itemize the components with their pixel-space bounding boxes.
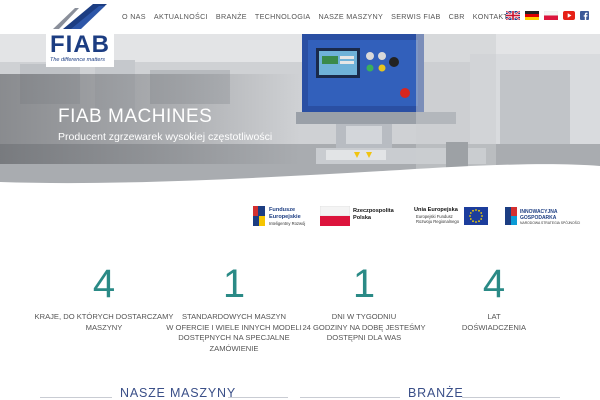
ig-line3: NARODOWA STRATEGIA SPÓJNOŚCI xyxy=(520,221,581,225)
nav-item-kontakt[interactable]: KONTAKT xyxy=(473,12,509,21)
stat-label: LAT DOŚWIADCZENIA xyxy=(461,312,527,332)
fiab-logo[interactable]: FIAB The difference matters xyxy=(46,2,114,67)
logo-innowacyjna-gospodarka: INNOWACYJNA GOSPODARKA NARODOWA STRATEGI… xyxy=(505,205,595,227)
logo-unia-europejska: Unia Europejska Europejski Fundusz Rozwo… xyxy=(414,205,490,227)
poland-flag-icon[interactable] xyxy=(544,11,558,20)
hero-title: FIAB MACHINES xyxy=(58,106,213,127)
stat-number: 1 xyxy=(222,262,246,306)
hero-subtitle: Producent zgrzewarek wysokiej częstotliw… xyxy=(58,131,273,143)
nav-item-aktualnosci[interactable]: AKTUALNOŚCI xyxy=(154,12,208,21)
hero-wave-divider xyxy=(0,164,600,190)
ig-emblem-icon xyxy=(505,207,517,225)
nav-item-o-nas[interactable]: O NAS xyxy=(122,12,146,21)
fe-line3: Inteligentny Rozwój xyxy=(269,221,306,226)
main-nav: O NAS AKTUALNOŚCI BRANŻE TECHNOLOGIA NAS… xyxy=(122,12,508,21)
section-divider-right xyxy=(462,397,560,398)
fe-line2: Europejskie xyxy=(269,213,301,220)
nav-item-serwis-fiab[interactable]: SERWIS FIAB xyxy=(391,12,441,21)
section-divider-mid xyxy=(228,397,288,398)
logo-emblem-icon xyxy=(53,4,107,29)
stat-label: KRAJE, DO KTÓRYCH DOSTARCZAMY MASZYNY xyxy=(34,312,174,332)
ue-line1: Unia Europejska xyxy=(414,207,458,213)
section-divider-mid2 xyxy=(300,397,400,398)
stat-number: 4 xyxy=(92,262,116,306)
stat-experience: 4 LAT DOŚWIADCZENIA xyxy=(424,262,564,333)
stat-label: DNI W TYGODNIU 24 GODZINY NA DOBĘ JESTEŚ… xyxy=(302,312,426,342)
rp-line2: Polska xyxy=(353,215,372,221)
uk-flag-icon[interactable] xyxy=(506,11,520,20)
stat-number: 1 xyxy=(352,262,376,306)
nav-item-cbr[interactable]: CBR xyxy=(449,12,465,21)
pl-flag-icon xyxy=(320,206,350,226)
fe-line1: Fundusze xyxy=(269,207,296,213)
eu-funding-logos: Fundusze Europejskie Inteligentny Rozwój… xyxy=(0,205,600,229)
stat-standard-machines: 1 STANDARDOWYCH MASZYN W OFERCIE I WIELE… xyxy=(164,262,304,354)
fe-star-icon xyxy=(253,206,265,226)
logo-tagline: The difference matters xyxy=(50,57,106,63)
eu-flag-icon xyxy=(464,207,488,225)
nav-item-technologia[interactable]: TECHNOLOGIA xyxy=(255,12,311,21)
logo-fundusze-europejskie: Fundusze Europejskie Inteligentny Rozwój xyxy=(252,205,312,227)
nav-item-nasze-maszyny[interactable]: NASZE MASZYNY xyxy=(319,12,384,21)
section-heading-branches: BRANŻE xyxy=(408,386,464,400)
facebook-icon[interactable] xyxy=(580,11,589,20)
rp-line1: Rzeczpospolita xyxy=(353,208,394,214)
nav-item-branze[interactable]: BRANŻE xyxy=(216,12,247,21)
stat-number: 4 xyxy=(482,262,506,306)
section-heading-machines: NASZE MASZYNY xyxy=(120,386,236,400)
logo-text: FIAB xyxy=(50,31,110,58)
ue-line3: Rozwoju Regionalnego xyxy=(416,219,460,224)
stat-label: STANDARDOWYCH MASZYN W OFERCIE I WIELE I… xyxy=(166,312,302,353)
header-icons xyxy=(506,11,589,20)
stat-countries: 4 KRAJE, DO KTÓRYCH DOSTARCZAMY MASZYNY xyxy=(34,262,174,333)
youtube-icon[interactable] xyxy=(563,11,575,20)
logo-rzeczpospolita-polska: Rzeczpospolita Polska xyxy=(320,205,400,227)
stat-availability: 1 DNI W TYGODNIU 24 GODZINY NA DOBĘ JEST… xyxy=(294,262,434,344)
section-divider-left xyxy=(40,397,112,398)
germany-flag-icon[interactable] xyxy=(525,11,539,20)
